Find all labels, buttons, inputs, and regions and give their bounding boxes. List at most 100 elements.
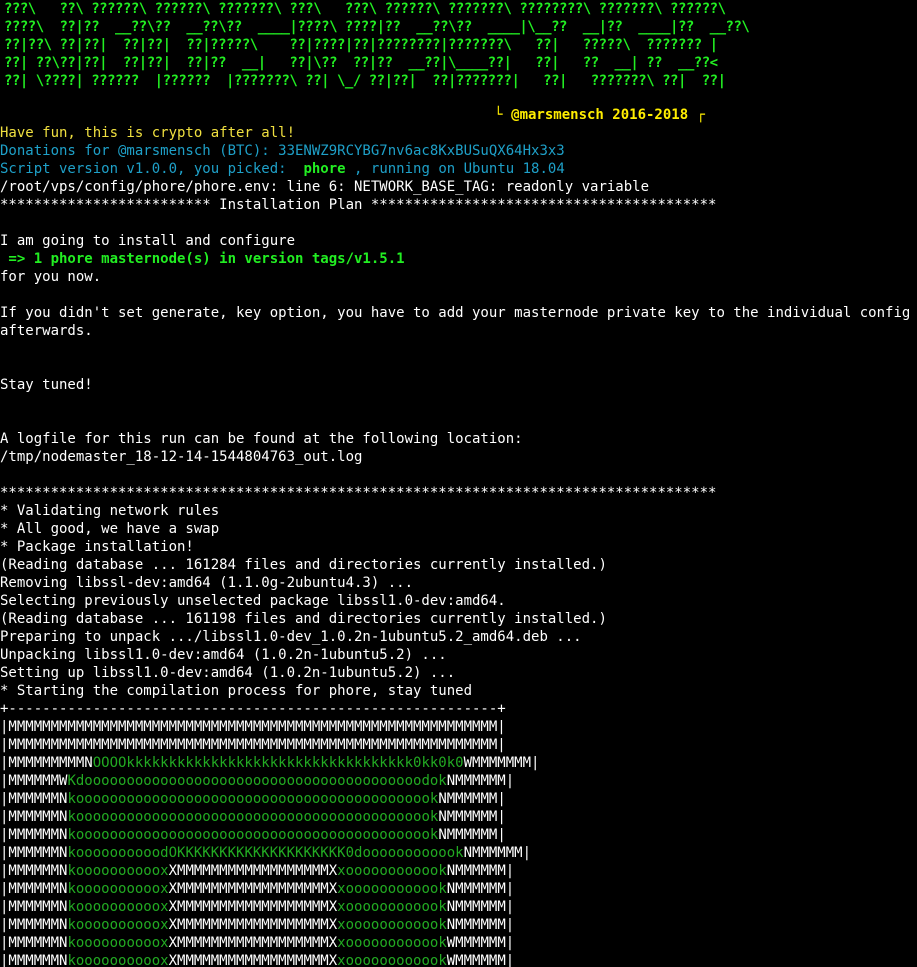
logo-row-green-segment: kooooooooooooooooooooooooooooooooooooooo…: [67, 791, 439, 807]
logo-row-white-segment: |MMMMMMN: [0, 809, 68, 825]
banner-line: ???\ ??\ ??????\ ??????\ ???????\ ???\ ?…: [4, 1, 726, 17]
install-target: => 1 phore masternode(s) in version tags…: [0, 251, 405, 267]
plan-header: ************************* Installation P…: [0, 197, 717, 213]
logo-row-white-segment: WMMMMMM|: [446, 935, 515, 951]
for-you-line: for you now.: [0, 269, 102, 285]
setting-up-line: Setting up libssl1.0-dev:amd64 (1.0.2n-1…: [0, 665, 456, 681]
banner-line: ??|??\ ??|??| ??|??| ??|?????\ ??|????|?…: [4, 37, 718, 53]
logo-row-green-segment: kooooooooooooooooooooooooooooooooooooooo…: [67, 809, 439, 825]
logo-row: |MMMMMMNkooooooooooooooooooooooooooooooo…: [0, 808, 917, 826]
terminal-window[interactable]: ???\ ??\ ??????\ ??????\ ???????\ ???\ ?…: [0, 0, 917, 967]
logo-row-green-segment: kooooooooooooooooooooooooooooooooooooooo…: [67, 827, 439, 843]
logo-row-white-segment: |MMMMMMN: [0, 953, 68, 967]
afterwards-line: afterwards.: [0, 323, 93, 339]
logo-row-white-segment: NMMMMMM|: [446, 917, 515, 933]
logo-row-white-segment: NMMMMMM|: [446, 881, 515, 897]
logo-row-white-segment: |MMMMMMN: [0, 827, 68, 843]
banner-line: ??| \????| ?????? |?????? |???????\ ??| …: [4, 73, 726, 89]
env-error-line: /root/vps/config/phore/phore.env: line 6…: [0, 179, 650, 195]
banner-line: ??| ??\??|??| ??|??| ??|?? __| ??|\?? ??…: [4, 55, 718, 71]
script-version-line: Script version v1.0.0, you picked: phore…: [0, 160, 917, 178]
logo-row-green-segment: koooooooooox: [67, 863, 169, 879]
logo-row-white-segment: XMMMMMMMMMMMMMMMMMMX: [168, 935, 338, 951]
swap-line: * All good, we have a swap: [0, 521, 220, 537]
removing-line: Removing libssl-dev:amd64 (1.1.0g-2ubunt…: [0, 575, 414, 591]
logo-row-green-segment: xoooooooooook: [337, 953, 447, 967]
logo-row-white-segment: WMMMMMM|: [446, 953, 515, 967]
logo-row-white-segment: XMMMMMMMMMMMMMMMMMMX: [168, 953, 338, 967]
validating-line: * Validating network rules: [0, 503, 220, 519]
logo-row-white-segment: XMMMMMMMMMMMMMMMMMMX: [168, 899, 338, 915]
donations-line: Donations for @marsmensch (BTC): 33ENWZ9…: [0, 143, 565, 159]
logfile-path: /tmp/nodemaster_18-12-14-1544804763_out.…: [0, 449, 363, 465]
reading-db-line: (Reading database ... 161198 files and d…: [0, 611, 607, 627]
logo-row-white-segment: |MMMMMMN: [0, 845, 68, 861]
logo-row-white-segment: NMMMMMM|: [446, 773, 515, 789]
script-version-suffix: , running on Ubuntu 18.04: [354, 161, 565, 177]
logo-row-white-segment: XMMMMMMMMMMMMMMMMMMX: [168, 863, 338, 879]
logo-row-white-segment: NMMMMMM|: [463, 845, 532, 861]
logo-row-white-segment: |MMMMMMN: [0, 935, 68, 951]
unpacking-line: Unpacking libssl1.0-dev:amd64 (1.0.2n-1u…: [0, 647, 447, 663]
banner-credit: └ @marsmensch 2016-2018 ┌: [494, 107, 705, 123]
logo-row-green-segment: koooooooooox: [67, 953, 169, 967]
logo-row: |MMMMMMWKdoooooooooooooooooooooooooooooo…: [0, 772, 917, 790]
selecting-line: Selecting previously unselected package …: [0, 593, 506, 609]
ascii-logo: |MMMMMMMMMMMMMMMMMMMMMMMMMMMMMMMMMMMMMMM…: [0, 718, 917, 967]
logo-row-white-segment: XMMMMMMMMMMMMMMMMMMX: [168, 917, 338, 933]
picked-coin: phore: [295, 161, 355, 177]
logo-row-green-segment: koooooooooodOKKKKKKKKKKKKKKKKKKKK0dooooo…: [67, 845, 464, 861]
package-install-line: * Package installation!: [0, 539, 194, 555]
logo-row-white-segment: |MMMMMMN: [0, 863, 68, 879]
logo-row-white-segment: |MMMMMMMMMMMMMMMMMMMMMMMMMMMMMMMMMMMMMMM…: [0, 737, 506, 753]
logo-row-green-segment: koooooooooox: [67, 917, 169, 933]
logo-row-white-segment: |MMMMMMN: [0, 917, 68, 933]
logo-row: |MMMMMMNkooooooooooxXMMMMMMMMMMMMMMMMMMX…: [0, 862, 917, 880]
logo-row: |MMMMMMNkooooooooooxXMMMMMMMMMMMMMMMMMMX…: [0, 898, 917, 916]
logo-row-white-segment: NMMMMMM|: [438, 809, 506, 825]
banner-line: ????\ ??|?? __??\?? __??\?? ____|????\ ?…: [4, 19, 750, 35]
logo-row-green-segment: koooooooooox: [67, 935, 169, 951]
logo-row-green-segment: xoooooooooook: [337, 917, 447, 933]
logo-row: |MMMMMMNkooooooooooxXMMMMMMMMMMMMMMMMMMX…: [0, 880, 917, 898]
logo-row: |MMMMMMNkooooooooooxXMMMMMMMMMMMMMMMMMMX…: [0, 916, 917, 934]
logo-row: |MMMMMMMMMNOOOOkkkkkkkkkkkkkkkkkkkkkkkkk…: [0, 754, 917, 772]
preparing-line: Preparing to unpack .../libssl1.0-dev_1.…: [0, 629, 582, 645]
logo-row: |MMMMMMNkooooooooooxXMMMMMMMMMMMMMMMMMMX…: [0, 934, 917, 952]
logo-row: |MMMMMMNkoooooooooodOKKKKKKKKKKKKKKKKKKK…: [0, 844, 917, 862]
reading-db-line: (Reading database ... 161284 files and d…: [0, 557, 607, 573]
logo-box-top: +---------------------------------------…: [0, 701, 506, 717]
logo-row: |MMMMMMNkooooooooooooooooooooooooooooooo…: [0, 826, 917, 844]
logo-row-white-segment: |MMMMMMN: [0, 899, 68, 915]
logo-row-white-segment: XMMMMMMMMMMMMMMMMMMX: [168, 881, 338, 897]
logo-row-white-segment: |MMMMMMMMMN: [0, 755, 93, 771]
logo-row: |MMMMMMNkooooooooooxXMMMMMMMMMMMMMMMMMMX…: [0, 952, 917, 967]
stay-tuned-line: Stay tuned!: [0, 377, 93, 393]
logo-row-white-segment: |MMMMMMW: [0, 773, 68, 789]
logo-row-green-segment: OOOOkkkkkkkkkkkkkkkkkkkkkkkkkkkkkkkkkk0k…: [92, 755, 464, 771]
logo-row-white-segment: |MMMMMMN: [0, 791, 68, 807]
compilation-line: * Starting the compilation process for p…: [0, 683, 473, 699]
logo-row-white-segment: NMMMMMM|: [438, 791, 506, 807]
logo-row-white-segment: NMMMMMM|: [446, 899, 515, 915]
logo-row-green-segment: xoooooooooook: [337, 863, 447, 879]
logo-row-green-segment: xoooooooooook: [337, 935, 447, 951]
logo-row-white-segment: NMMMMMM|: [438, 827, 506, 843]
ascii-banner: ???\ ??\ ??????\ ??????\ ???????\ ???\ ?…: [0, 0, 917, 100]
logo-row: |MMMMMMNkooooooooooooooooooooooooooooooo…: [0, 790, 917, 808]
logo-row: |MMMMMMMMMMMMMMMMMMMMMMMMMMMMMMMMMMMMMMM…: [0, 736, 917, 754]
fun-line: Have fun, this is crypto after all!: [0, 125, 296, 141]
stars-divider: ****************************************…: [0, 485, 717, 501]
logo-row-green-segment: Kdoooooooooooooooooooooooooooooooooooooo…: [67, 773, 447, 789]
logo-row-green-segment: koooooooooox: [67, 881, 169, 897]
logo-row-green-segment: xoooooooooook: [337, 881, 447, 897]
logo-row-white-segment: |MMMMMMMMMMMMMMMMMMMMMMMMMMMMMMMMMMMMMMM…: [0, 719, 506, 735]
logfile-intro: A logfile for this run can be found at t…: [0, 431, 523, 447]
script-version-prefix: Script version v1.0.0, you picked:: [0, 161, 296, 177]
logo-row: |MMMMMMMMMMMMMMMMMMMMMMMMMMMMMMMMMMMMMMM…: [0, 718, 917, 736]
